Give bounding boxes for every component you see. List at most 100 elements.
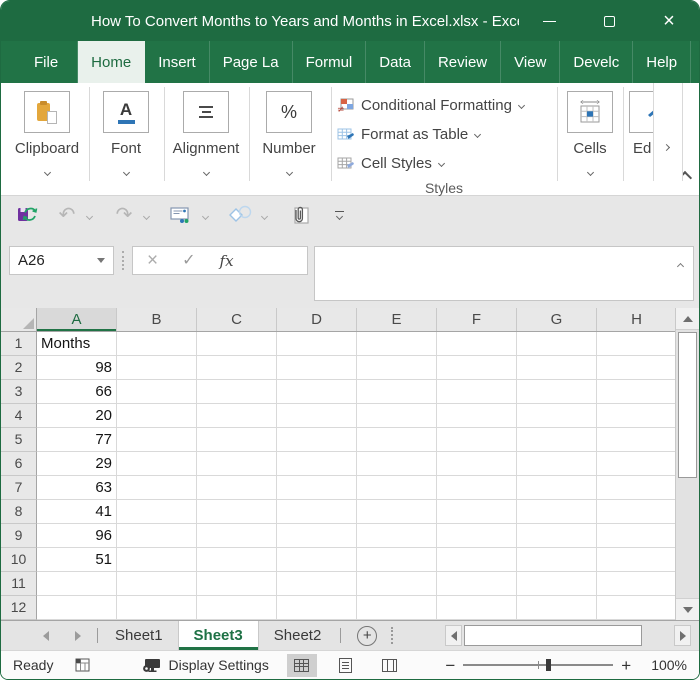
scroll-right-button[interactable] [674, 625, 691, 646]
cell-G7[interactable] [517, 476, 597, 500]
cell-D9[interactable] [277, 524, 357, 548]
format-as-table-button[interactable]: Format as Table [337, 120, 551, 149]
cell-F8[interactable] [437, 500, 517, 524]
zoom-in-button[interactable]: + [613, 657, 639, 674]
attach-button[interactable] [285, 201, 315, 229]
email-button[interactable] [167, 201, 197, 229]
cell-C6[interactable] [197, 452, 277, 476]
cell-G10[interactable] [517, 548, 597, 572]
cell-G6[interactable] [517, 452, 597, 476]
cell-H10[interactable] [597, 548, 677, 572]
cell-F11[interactable] [437, 572, 517, 596]
column-header-E[interactable]: E [357, 308, 437, 331]
menu-tab-formul[interactable]: Formul [293, 41, 367, 83]
column-header-D[interactable]: D [277, 308, 357, 331]
enter-button[interactable]: ✓ [182, 252, 195, 269]
cell-B8[interactable] [117, 500, 197, 524]
collapse-formula-bar-button[interactable] [676, 256, 685, 274]
cell-E6[interactable] [357, 452, 437, 476]
row-header-8[interactable]: 8 [1, 500, 37, 524]
cell-C4[interactable] [197, 404, 277, 428]
column-header-F[interactable]: F [437, 308, 517, 331]
cell-D11[interactable] [277, 572, 357, 596]
undo-button[interactable]: ↶ [53, 201, 81, 229]
row-header-6[interactable]: 6 [1, 452, 37, 476]
cell-A12[interactable] [37, 596, 117, 620]
vertical-scroll-thumb[interactable] [678, 332, 697, 478]
cell-A7[interactable]: 63 [37, 476, 117, 500]
cell-B1[interactable] [117, 332, 197, 356]
cell-G5[interactable] [517, 428, 597, 452]
cell-E7[interactable] [357, 476, 437, 500]
page-break-view-button[interactable] [375, 654, 405, 677]
font-group-button[interactable]: A Font [93, 91, 159, 179]
cell-D3[interactable] [277, 380, 357, 404]
formula-input[interactable] [314, 246, 694, 301]
cell-C7[interactable] [197, 476, 277, 500]
cell-B6[interactable] [117, 452, 197, 476]
maximize-button[interactable] [592, 7, 626, 35]
cell-F3[interactable] [437, 380, 517, 404]
column-header-G[interactable]: G [517, 308, 597, 331]
cell-F9[interactable] [437, 524, 517, 548]
cell-F4[interactable] [437, 404, 517, 428]
cell-A4[interactable]: 20 [37, 404, 117, 428]
cell-D7[interactable] [277, 476, 357, 500]
cell-A3[interactable]: 66 [37, 380, 117, 404]
redo-dropdown[interactable] [142, 206, 151, 224]
cell-A9[interactable]: 96 [37, 524, 117, 548]
menu-tab-insert[interactable]: Insert [145, 41, 210, 83]
cell-C8[interactable] [197, 500, 277, 524]
cell-H11[interactable] [597, 572, 677, 596]
vertical-scrollbar[interactable] [675, 308, 699, 620]
cell-F2[interactable] [437, 356, 517, 380]
redo-button[interactable]: ↷ [110, 201, 138, 229]
column-header-A[interactable]: A [37, 308, 117, 331]
cell-B12[interactable] [117, 596, 197, 620]
column-header-H[interactable]: H [597, 308, 677, 331]
cell-C11[interactable] [197, 572, 277, 596]
number-group-button[interactable]: % Number [253, 91, 325, 179]
menu-tab-data[interactable]: Data [366, 41, 425, 83]
cell-H8[interactable] [597, 500, 677, 524]
zoom-out-button[interactable]: − [437, 657, 463, 674]
cell-C9[interactable] [197, 524, 277, 548]
alignment-group-button[interactable]: Alignment [167, 91, 245, 179]
cell-H9[interactable] [597, 524, 677, 548]
cell-D1[interactable] [277, 332, 357, 356]
cell-C1[interactable] [197, 332, 277, 356]
cell-E5[interactable] [357, 428, 437, 452]
menu-tab-file[interactable]: File [15, 41, 79, 83]
cell-F5[interactable] [437, 428, 517, 452]
minimize-button[interactable] [532, 7, 566, 35]
cell-styles-button[interactable]: Cell Styles [337, 149, 551, 178]
cell-C5[interactable] [197, 428, 277, 452]
column-header-C[interactable]: C [197, 308, 277, 331]
clipboard-group-button[interactable]: Clipboard [9, 91, 85, 179]
cell-G11[interactable] [517, 572, 597, 596]
horizontal-scroll-thumb[interactable] [464, 625, 642, 646]
scroll-up-button[interactable] [676, 308, 699, 330]
cell-E3[interactable] [357, 380, 437, 404]
cell-C10[interactable] [197, 548, 277, 572]
name-box[interactable]: A26 [9, 246, 114, 275]
cell-E8[interactable] [357, 500, 437, 524]
row-header-4[interactable]: 4 [1, 404, 37, 428]
cell-G1[interactable] [517, 332, 597, 356]
cell-B11[interactable] [117, 572, 197, 596]
zoom-slider-thumb[interactable] [545, 659, 551, 671]
cell-H3[interactable] [597, 380, 677, 404]
cell-C2[interactable] [197, 356, 277, 380]
cell-H4[interactable] [597, 404, 677, 428]
cell-E11[interactable] [357, 572, 437, 596]
scroll-down-button[interactable] [676, 598, 699, 620]
previous-sheet-button[interactable] [43, 630, 49, 641]
cell-A5[interactable]: 77 [37, 428, 117, 452]
cell-H6[interactable] [597, 452, 677, 476]
cell-H12[interactable] [597, 596, 677, 620]
cell-B10[interactable] [117, 548, 197, 572]
cell-H5[interactable] [597, 428, 677, 452]
cell-F7[interactable] [437, 476, 517, 500]
cell-H2[interactable] [597, 356, 677, 380]
cell-E9[interactable] [357, 524, 437, 548]
